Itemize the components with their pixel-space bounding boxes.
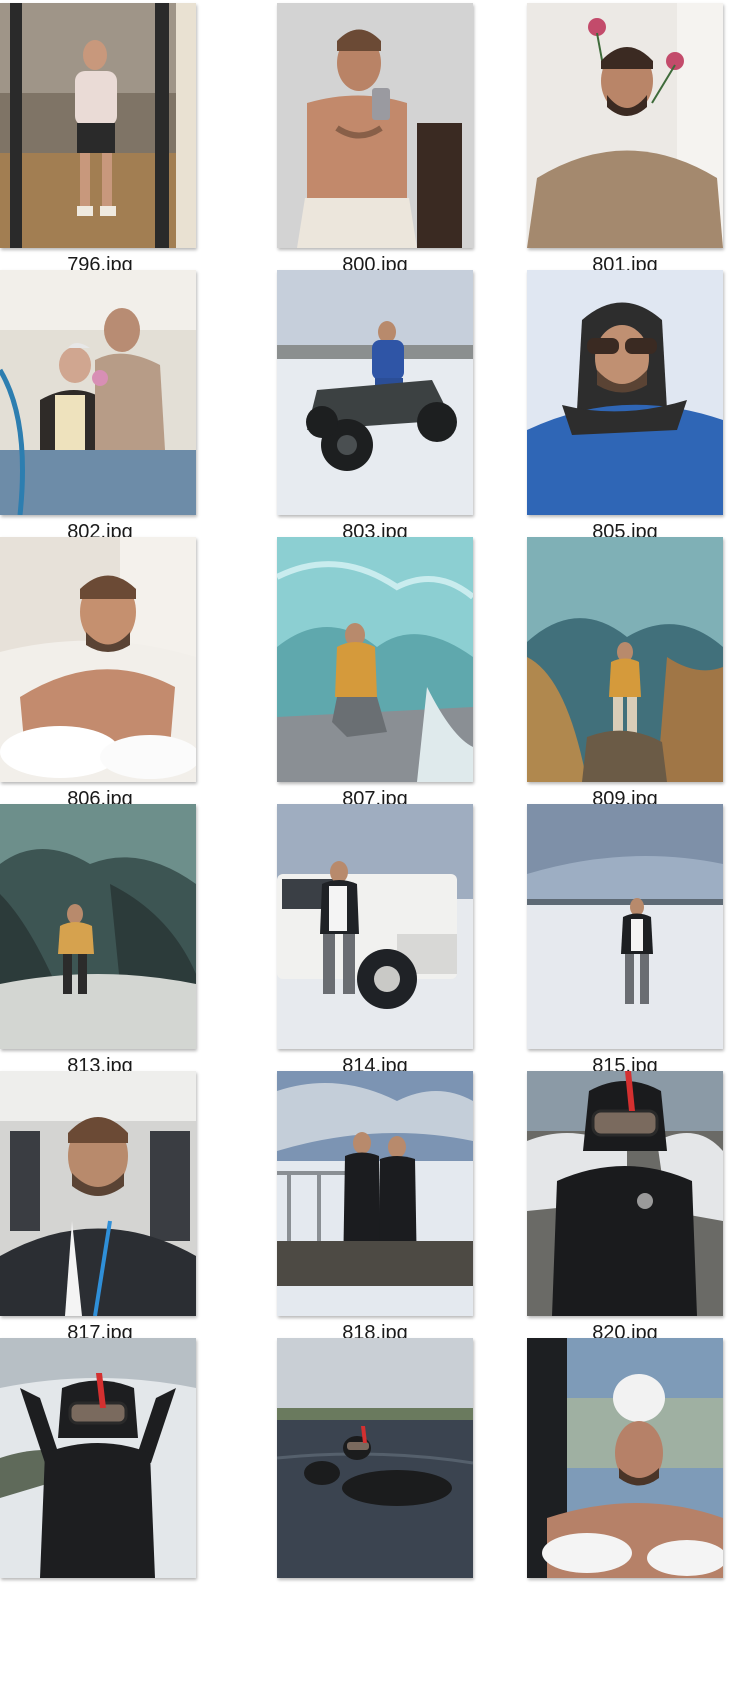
ice-cave-image [277, 537, 473, 782]
image-thumbnail[interactable] [0, 804, 196, 1049]
image-thumbnail[interactable] [527, 3, 723, 248]
file-item-820[interactable]: 820.jpg [500, 1068, 750, 1358]
two-divers-image [277, 1071, 473, 1316]
file-item-796[interactable]: 796.jpg [0, 0, 250, 290]
gym-photo-image [0, 3, 196, 248]
image-thumbnail[interactable] [277, 3, 473, 248]
file-item-805[interactable]: 805.jpg [500, 267, 750, 557]
image-thumbnail[interactable] [277, 804, 473, 1049]
file-item-800[interactable]: 800.jpg [250, 0, 500, 290]
snorkel-wave-image [0, 1338, 196, 1578]
image-thumbnail[interactable] [277, 537, 473, 782]
flower-selfie-image [527, 3, 723, 248]
mirror-selfie-image [277, 3, 473, 248]
snorkel-float-image [277, 1338, 473, 1578]
snorkel-suit-image [527, 1071, 723, 1316]
file-item-801[interactable]: 801.jpg [500, 0, 750, 290]
file-item-806[interactable]: 806.jpg [0, 534, 250, 824]
image-thumbnail[interactable] [0, 1338, 196, 1578]
land-rover-image [277, 804, 473, 1049]
ice-cave-3-image [0, 804, 196, 1049]
image-thumbnail[interactable] [277, 1071, 473, 1316]
file-item-815[interactable]: 815.jpg [500, 801, 750, 1091]
file-item-813[interactable]: 813.jpg [0, 801, 250, 1091]
file-item-802[interactable]: 802.jpg [0, 267, 250, 557]
image-thumbnail[interactable] [527, 1071, 723, 1316]
van-selfie-image [0, 1071, 196, 1316]
balaclava-selfie-image [527, 270, 723, 515]
ice-cave-2-image [527, 537, 723, 782]
file-item-snorkel-float[interactable] [250, 1335, 500, 1625]
file-item-snorkel-wave[interactable] [0, 1335, 250, 1625]
file-item-818[interactable]: 818.jpg [250, 1068, 500, 1358]
hot-tub-image [527, 1338, 723, 1578]
image-thumbnail[interactable] [0, 1071, 196, 1316]
file-item-809[interactable]: 809.jpg [500, 534, 750, 824]
image-thumbnail[interactable] [527, 270, 723, 515]
image-thumbnail[interactable] [277, 270, 473, 515]
file-item-803[interactable]: 803.jpg [250, 267, 500, 557]
image-thumbnail[interactable] [527, 537, 723, 782]
file-item-hot-tub[interactable] [500, 1335, 750, 1625]
image-thumbnail[interactable] [527, 1338, 723, 1578]
thumbnail-grid: 796.jpg 800.jpg 801.jpg 802.jpg 803.jpg … [0, 0, 750, 1704]
image-thumbnail[interactable] [0, 3, 196, 248]
image-thumbnail[interactable] [527, 804, 723, 1049]
file-item-817[interactable]: 817.jpg [0, 1068, 250, 1358]
image-thumbnail[interactable] [0, 270, 196, 515]
file-item-807[interactable]: 807.jpg [250, 534, 500, 824]
image-thumbnail[interactable] [0, 537, 196, 782]
atv-snow-image [277, 270, 473, 515]
image-thumbnail[interactable] [277, 1338, 473, 1578]
snow-plain-image [527, 804, 723, 1049]
file-item-814[interactable]: 814.jpg [250, 801, 500, 1091]
bath-image [0, 537, 196, 782]
sewing-room-image [0, 270, 196, 515]
